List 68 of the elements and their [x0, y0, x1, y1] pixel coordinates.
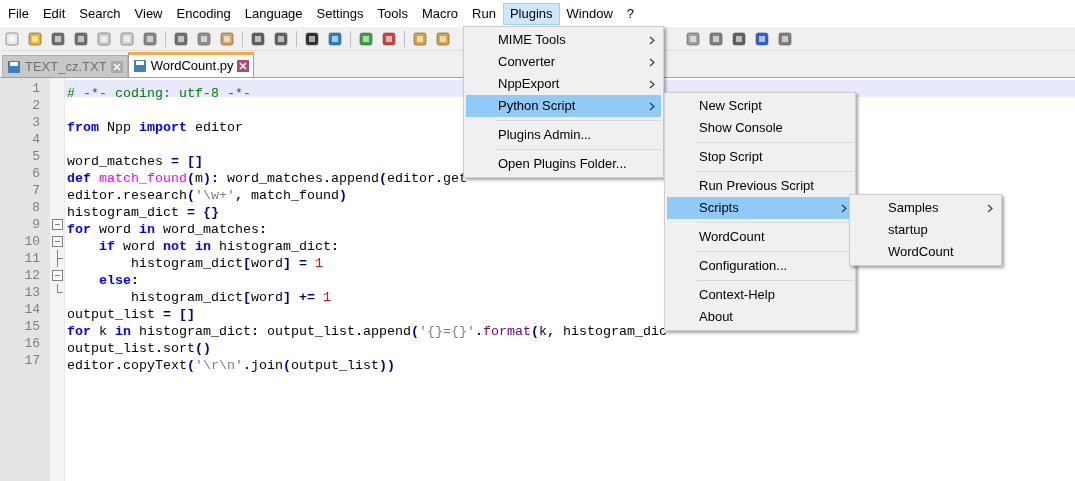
- menu-bar-item[interactable]: Plugins: [502, 2, 560, 25]
- menu-bar-item[interactable]: Tools: [370, 2, 415, 25]
- line-number: 4: [31, 131, 41, 148]
- menu-bar-item[interactable]: ?: [619, 2, 642, 25]
- line-number: 16: [23, 335, 41, 352]
- fold-toggle-icon[interactable]: [52, 270, 63, 281]
- menu-item[interactable]: WordCount: [667, 226, 853, 248]
- code-line: # -*- coding: utf-8 -*-: [67, 86, 251, 101]
- menu-bar-item[interactable]: Window: [559, 2, 620, 25]
- menu-bar-item[interactable]: Search: [72, 2, 128, 25]
- line-number: 10: [23, 233, 41, 250]
- code-line: def match_found(m): word_matches.append(editor.get: [67, 171, 467, 186]
- code-line: editor.research('\w+', match_found): [67, 188, 347, 203]
- menu-item[interactable]: New Script: [667, 95, 853, 117]
- code-line: output_list = []: [67, 307, 195, 322]
- menu-item[interactable]: Plugins Admin...: [466, 124, 661, 146]
- menu-bar-item[interactable]: Encoding: [169, 2, 238, 25]
- line-number: 2: [31, 97, 41, 114]
- line-number: 14: [23, 301, 41, 318]
- code-line: word_matches = []: [67, 154, 203, 169]
- menu-bar-item[interactable]: File: [1, 2, 36, 25]
- menu-item[interactable]: Converter: [466, 51, 661, 73]
- line-number: 8: [31, 199, 41, 216]
- menu-bar-item[interactable]: Edit: [35, 2, 73, 25]
- line-number: 1: [31, 80, 41, 97]
- line-number: 5: [31, 148, 41, 165]
- file-tab[interactable]: WordCount.py: [127, 52, 255, 77]
- line-number: 17: [23, 352, 41, 369]
- line-number: 6: [31, 165, 41, 182]
- menu-bar-item[interactable]: Run: [465, 2, 503, 25]
- close-icon[interactable]: [237, 60, 250, 72]
- menu-bar-item[interactable]: Language: [237, 2, 310, 25]
- line-number: 15: [23, 318, 41, 335]
- menu-item[interactable]: Samples: [856, 197, 999, 219]
- menu-bar-item[interactable]: Macro: [414, 2, 466, 25]
- code-line: from Npp import editor: [67, 120, 243, 135]
- close-icon[interactable]: [110, 60, 123, 73]
- code-line: output_list.sort(): [67, 341, 211, 356]
- code-line: histogram_dict = {}: [67, 205, 219, 220]
- line-number: 9: [31, 216, 41, 233]
- menu-item[interactable]: Configuration...: [667, 255, 853, 277]
- menu-bar-item[interactable]: View: [127, 2, 170, 25]
- menu-item[interactable]: NppExport: [466, 73, 661, 95]
- menu-item[interactable]: startup: [856, 219, 999, 241]
- menu-item[interactable]: Python Script: [466, 95, 661, 117]
- line-number: 11: [23, 250, 41, 267]
- menu-item[interactable]: Context-Help: [667, 284, 853, 306]
- code-line: editor.copyText('\r\n'.join(output_list)): [67, 358, 395, 373]
- line-number: 3: [31, 114, 41, 131]
- line-number: 7: [31, 182, 41, 199]
- fold-toggle-icon[interactable]: [52, 236, 63, 247]
- menu-item[interactable]: Run Previous Script: [667, 175, 853, 197]
- code-line: else:: [98, 273, 139, 288]
- line-number: 12: [23, 267, 41, 284]
- code-line: for word in word_matches:: [67, 222, 267, 237]
- code-line: for k in histogram_dict: output_list.append('{}={}'.format(k, histogram_dic: [67, 324, 667, 339]
- line-number: 13: [23, 284, 41, 301]
- menu-item[interactable]: Show Console: [667, 117, 853, 139]
- menu-item[interactable]: Stop Script: [667, 146, 853, 168]
- menu-item[interactable]: About: [667, 306, 853, 328]
- menu-item[interactable]: MIME Tools: [466, 29, 661, 51]
- menu-item[interactable]: Open Plugins Folder...: [466, 153, 661, 175]
- code-line: histogram_dict[word] = 1: [130, 256, 323, 271]
- fold-toggle-icon[interactable]: [52, 219, 63, 230]
- code-line: histogram_dict[word] += 1: [130, 290, 331, 305]
- code-line: if word not in histogram_dict:: [98, 239, 339, 254]
- menu-item[interactable]: WordCount: [856, 241, 999, 263]
- menu-bar-item[interactable]: Settings: [309, 2, 371, 25]
